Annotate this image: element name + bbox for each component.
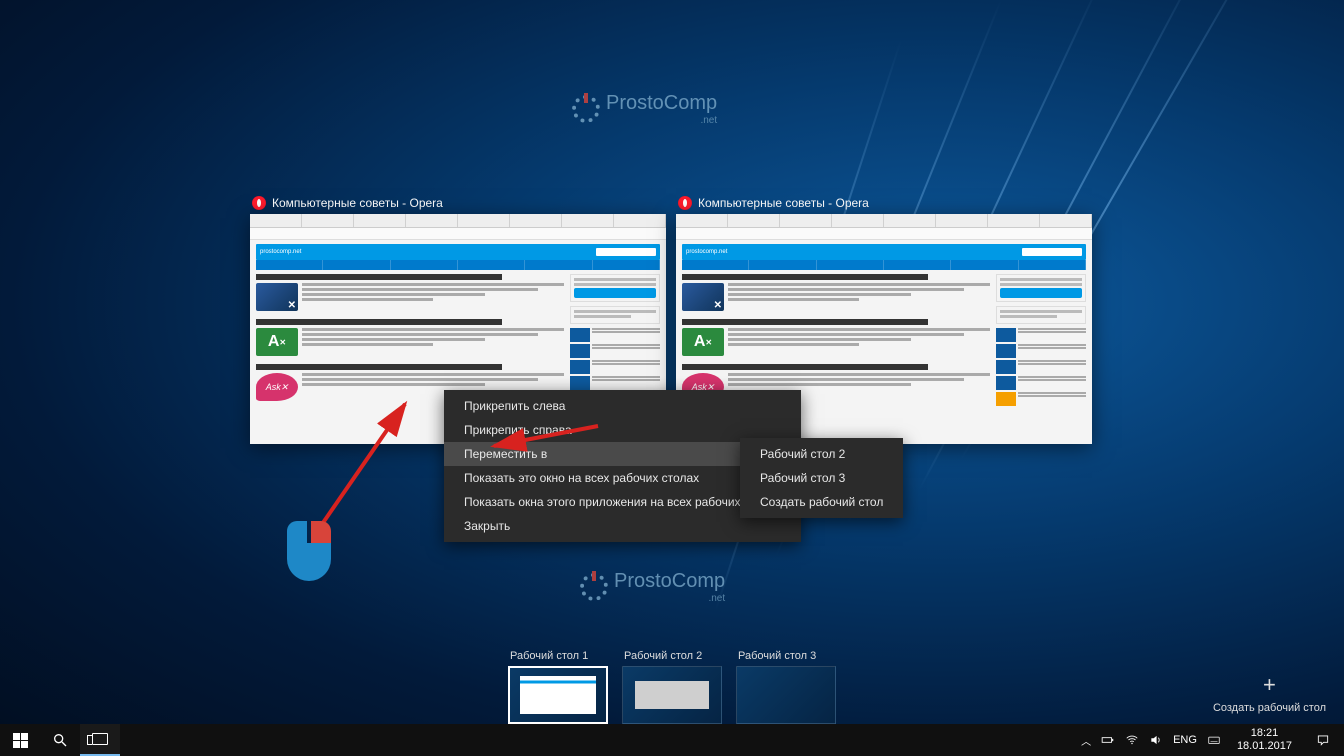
watermark-top: ProstoComp.net bbox=[572, 92, 717, 126]
tray-overflow-button[interactable]: ︿ bbox=[1081, 733, 1091, 748]
wifi-icon[interactable] bbox=[1125, 733, 1139, 747]
window-title-1: Компьютерные советы - Opera bbox=[250, 196, 666, 210]
task-view-icon bbox=[92, 733, 108, 745]
battery-icon[interactable] bbox=[1101, 733, 1115, 747]
notification-icon bbox=[1316, 733, 1330, 747]
opera-icon bbox=[252, 196, 266, 210]
window-title-2: Компьютерные советы - Opera bbox=[676, 196, 1092, 210]
ctx-sub-new-desktop[interactable]: Создать рабочий стол bbox=[740, 490, 903, 514]
task-view-button[interactable] bbox=[80, 724, 120, 756]
volume-icon[interactable] bbox=[1149, 733, 1163, 747]
new-desktop-button[interactable]: + Создать рабочий стол bbox=[1213, 672, 1326, 714]
mouse-right-click-icon bbox=[287, 521, 331, 581]
ctx-snap-left[interactable]: Прикрепить слева bbox=[444, 394, 801, 418]
keyboard-icon[interactable] bbox=[1207, 733, 1221, 747]
watermark-bottom: ProstoComp.net bbox=[580, 570, 725, 604]
system-tray: ︿ ENG 18:2118.01.2017 bbox=[1075, 724, 1344, 756]
desktop-thumb-2[interactable]: Рабочий стол 2 bbox=[622, 650, 722, 724]
virtual-desktops-row: Рабочий стол 1 Рабочий стол 2 Рабочий ст… bbox=[0, 634, 1344, 724]
start-button[interactable] bbox=[0, 724, 40, 756]
language-indicator[interactable]: ENG bbox=[1173, 734, 1197, 746]
action-center-button[interactable] bbox=[1308, 733, 1338, 747]
opera-icon bbox=[131, 731, 149, 749]
ctx-sub-desktop-3[interactable]: Рабочий стол 3 bbox=[740, 466, 903, 490]
desktop-thumb-1[interactable]: Рабочий стол 1 bbox=[508, 650, 608, 724]
ctx-sub-desktop-2[interactable]: Рабочий стол 2 bbox=[740, 442, 903, 466]
taskbar: ︿ ENG 18:2118.01.2017 bbox=[0, 724, 1344, 756]
windows-logo-icon bbox=[13, 733, 28, 748]
taskbar-app-opera[interactable] bbox=[120, 724, 160, 756]
plus-icon: + bbox=[1213, 672, 1326, 698]
search-button[interactable] bbox=[40, 724, 80, 756]
desktop-thumb-3[interactable]: Рабочий стол 3 bbox=[736, 650, 836, 724]
opera-icon bbox=[678, 196, 692, 210]
context-submenu[interactable]: Рабочий стол 2 Рабочий стол 3 Создать ра… bbox=[740, 438, 903, 518]
search-icon bbox=[52, 732, 68, 748]
clock[interactable]: 18:2118.01.2017 bbox=[1231, 727, 1298, 752]
